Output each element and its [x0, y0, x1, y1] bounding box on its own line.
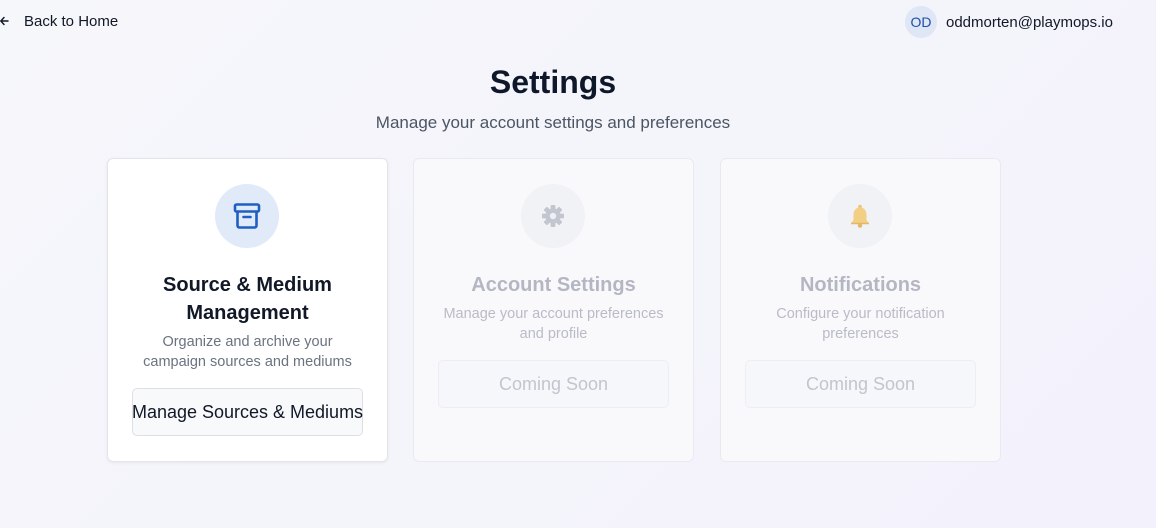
page-subtitle: Manage your account settings and prefere…	[375, 113, 731, 132]
user-menu[interactable]: OD oddmorten@playmops.io	[905, 6, 1113, 38]
user-email: oddmorten@playmops.io	[946, 13, 1113, 31]
coming-soon-button[interactable]: Coming Soon	[438, 360, 669, 408]
gear-icon	[521, 184, 585, 248]
avatar: OD	[905, 6, 937, 38]
notifications-card: Notifications Configure your notificatio…	[720, 158, 1001, 462]
back-to-home-label: Back to Home	[24, 12, 119, 30]
card-description: Manage your account preferences and prof…	[443, 306, 664, 342]
back-to-home-link[interactable]: Back to Home	[0, 12, 118, 30]
manage-sources-mediums-button[interactable]: Manage Sources & Mediums	[132, 388, 363, 436]
account-settings-card: Account Settings Manage your account pre…	[413, 158, 694, 462]
card-title: Notifications	[799, 274, 922, 296]
card-description: Organize and archive your campaign sourc…	[143, 334, 352, 370]
bell-icon	[828, 184, 892, 248]
card-title: Source & Medium Management	[163, 274, 332, 324]
coming-soon-button[interactable]: Coming Soon	[745, 360, 976, 408]
archive-icon	[215, 184, 279, 248]
card-description: Configure your notification preferences	[776, 306, 945, 342]
page-title: Settings	[489, 64, 617, 100]
arrow-left-icon	[0, 12, 14, 30]
card-title: Account Settings	[471, 274, 636, 296]
source-medium-card: Source & Medium Management Organize and …	[107, 158, 388, 462]
